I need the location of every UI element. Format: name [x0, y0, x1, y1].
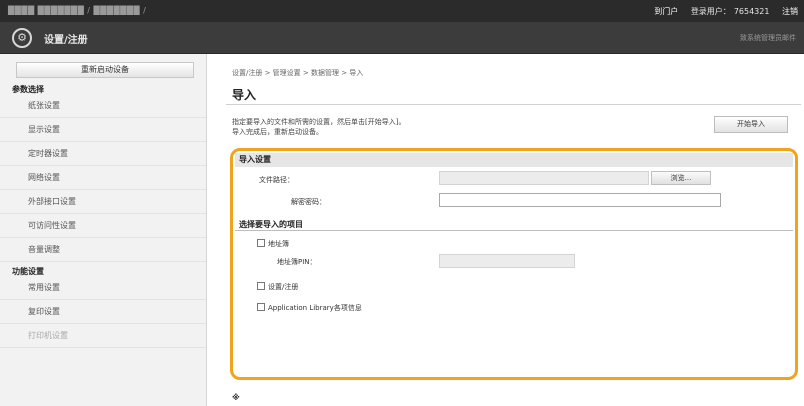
sidebar: 重新启动设备 参数选择 纸张设置 显示设置 定时器设置 网络设置 外部接口设置 … [0, 54, 207, 406]
sidebar-item-timer[interactable]: 定时器设置 [0, 142, 206, 166]
page-title: 导入 [232, 88, 257, 102]
start-import-button[interactable]: 开始导入 [714, 116, 788, 133]
address-book-pin-label: 地址簿PIN： [277, 258, 317, 266]
title-divider [226, 104, 801, 105]
footnote-mark: ※ [232, 393, 240, 402]
breadcrumb: 设置/注册 > 管理设置 > 数据管理 > 导入 [232, 69, 364, 77]
sidebar-item-accessibility[interactable]: 可访问性设置 [0, 214, 206, 238]
items-to-import-header: 选择要导入的项目 [235, 219, 793, 231]
app-library-checkbox[interactable] [257, 303, 265, 311]
browse-button[interactable]: 浏览... [651, 171, 711, 185]
file-path-label: 文件路径： [259, 176, 294, 184]
page-description: 指定要导入的文件和所需的设置，然后单击[开始导入]。 导入完成后，重新启动设备。 [232, 117, 405, 137]
sidebar-item-printer[interactable]: 打印机设置 [0, 324, 206, 348]
settings-register-label: 设置/注册 [268, 283, 299, 291]
decrypt-password-label: 解密密码： [291, 198, 326, 206]
login-user-value: 7654321 [733, 7, 770, 16]
app-library-label: Application Library各项信息 [268, 304, 362, 312]
sidebar-item-copy[interactable]: 复印设置 [0, 300, 206, 324]
description-line-1: 指定要导入的文件和所需的设置，然后单击[开始导入]。 [232, 118, 406, 126]
logout-link[interactable]: 注销 [782, 7, 798, 16]
restart-device-button[interactable]: 重新启动设备 [16, 62, 194, 78]
file-path-field [439, 171, 649, 185]
sidebar-item-volume[interactable]: 音量调整 [0, 238, 206, 262]
sidebar-item-common[interactable]: 常用设置 [0, 276, 206, 300]
address-book-pin-field [439, 254, 575, 268]
sidebar-item-paper[interactable]: 纸张设置 [0, 94, 206, 118]
address-book-checkbox[interactable] [257, 239, 265, 247]
device-name: ████ ███████ / ███████ / [8, 6, 147, 15]
sidebar-item-display[interactable]: 显示设置 [0, 118, 206, 142]
address-book-label: 地址簿 [268, 240, 289, 248]
top-bar: ████ ███████ / ███████ / 到门户 登录用户： 765432… [0, 0, 804, 22]
settings-logo-icon: ⚙ [12, 28, 32, 48]
decrypt-password-input[interactable] [439, 193, 721, 207]
description-line-2: 导入完成后，重新启动设备。 [232, 128, 323, 136]
import-settings-header: 导入设置 [235, 153, 793, 167]
sidebar-item-external-interface[interactable]: 外部接口设置 [0, 190, 206, 214]
page-header: ⚙ 设置/注册 致系统管理员邮件 [0, 22, 804, 54]
login-user-label: 登录用户： [690, 7, 731, 16]
import-settings-panel: 导入设置 文件路径： 浏览... 解密密码： 选择要导入的项目 地址簿 地址簿P… [230, 148, 798, 380]
main-content: 设置/注册 > 管理设置 > 数据管理 > 导入 导入 指定要导入的文件和所需的… [220, 54, 804, 406]
top-bar-links: 到门户 登录用户： 7654321 注销 [644, 6, 798, 17]
header-title: 设置/注册 [44, 35, 88, 46]
sidebar-item-network[interactable]: 网络设置 [0, 166, 206, 190]
portal-link[interactable]: 到门户 [654, 7, 678, 16]
settings-register-checkbox[interactable] [257, 282, 265, 290]
admin-mail-link[interactable]: 致系统管理员邮件 [740, 33, 796, 43]
